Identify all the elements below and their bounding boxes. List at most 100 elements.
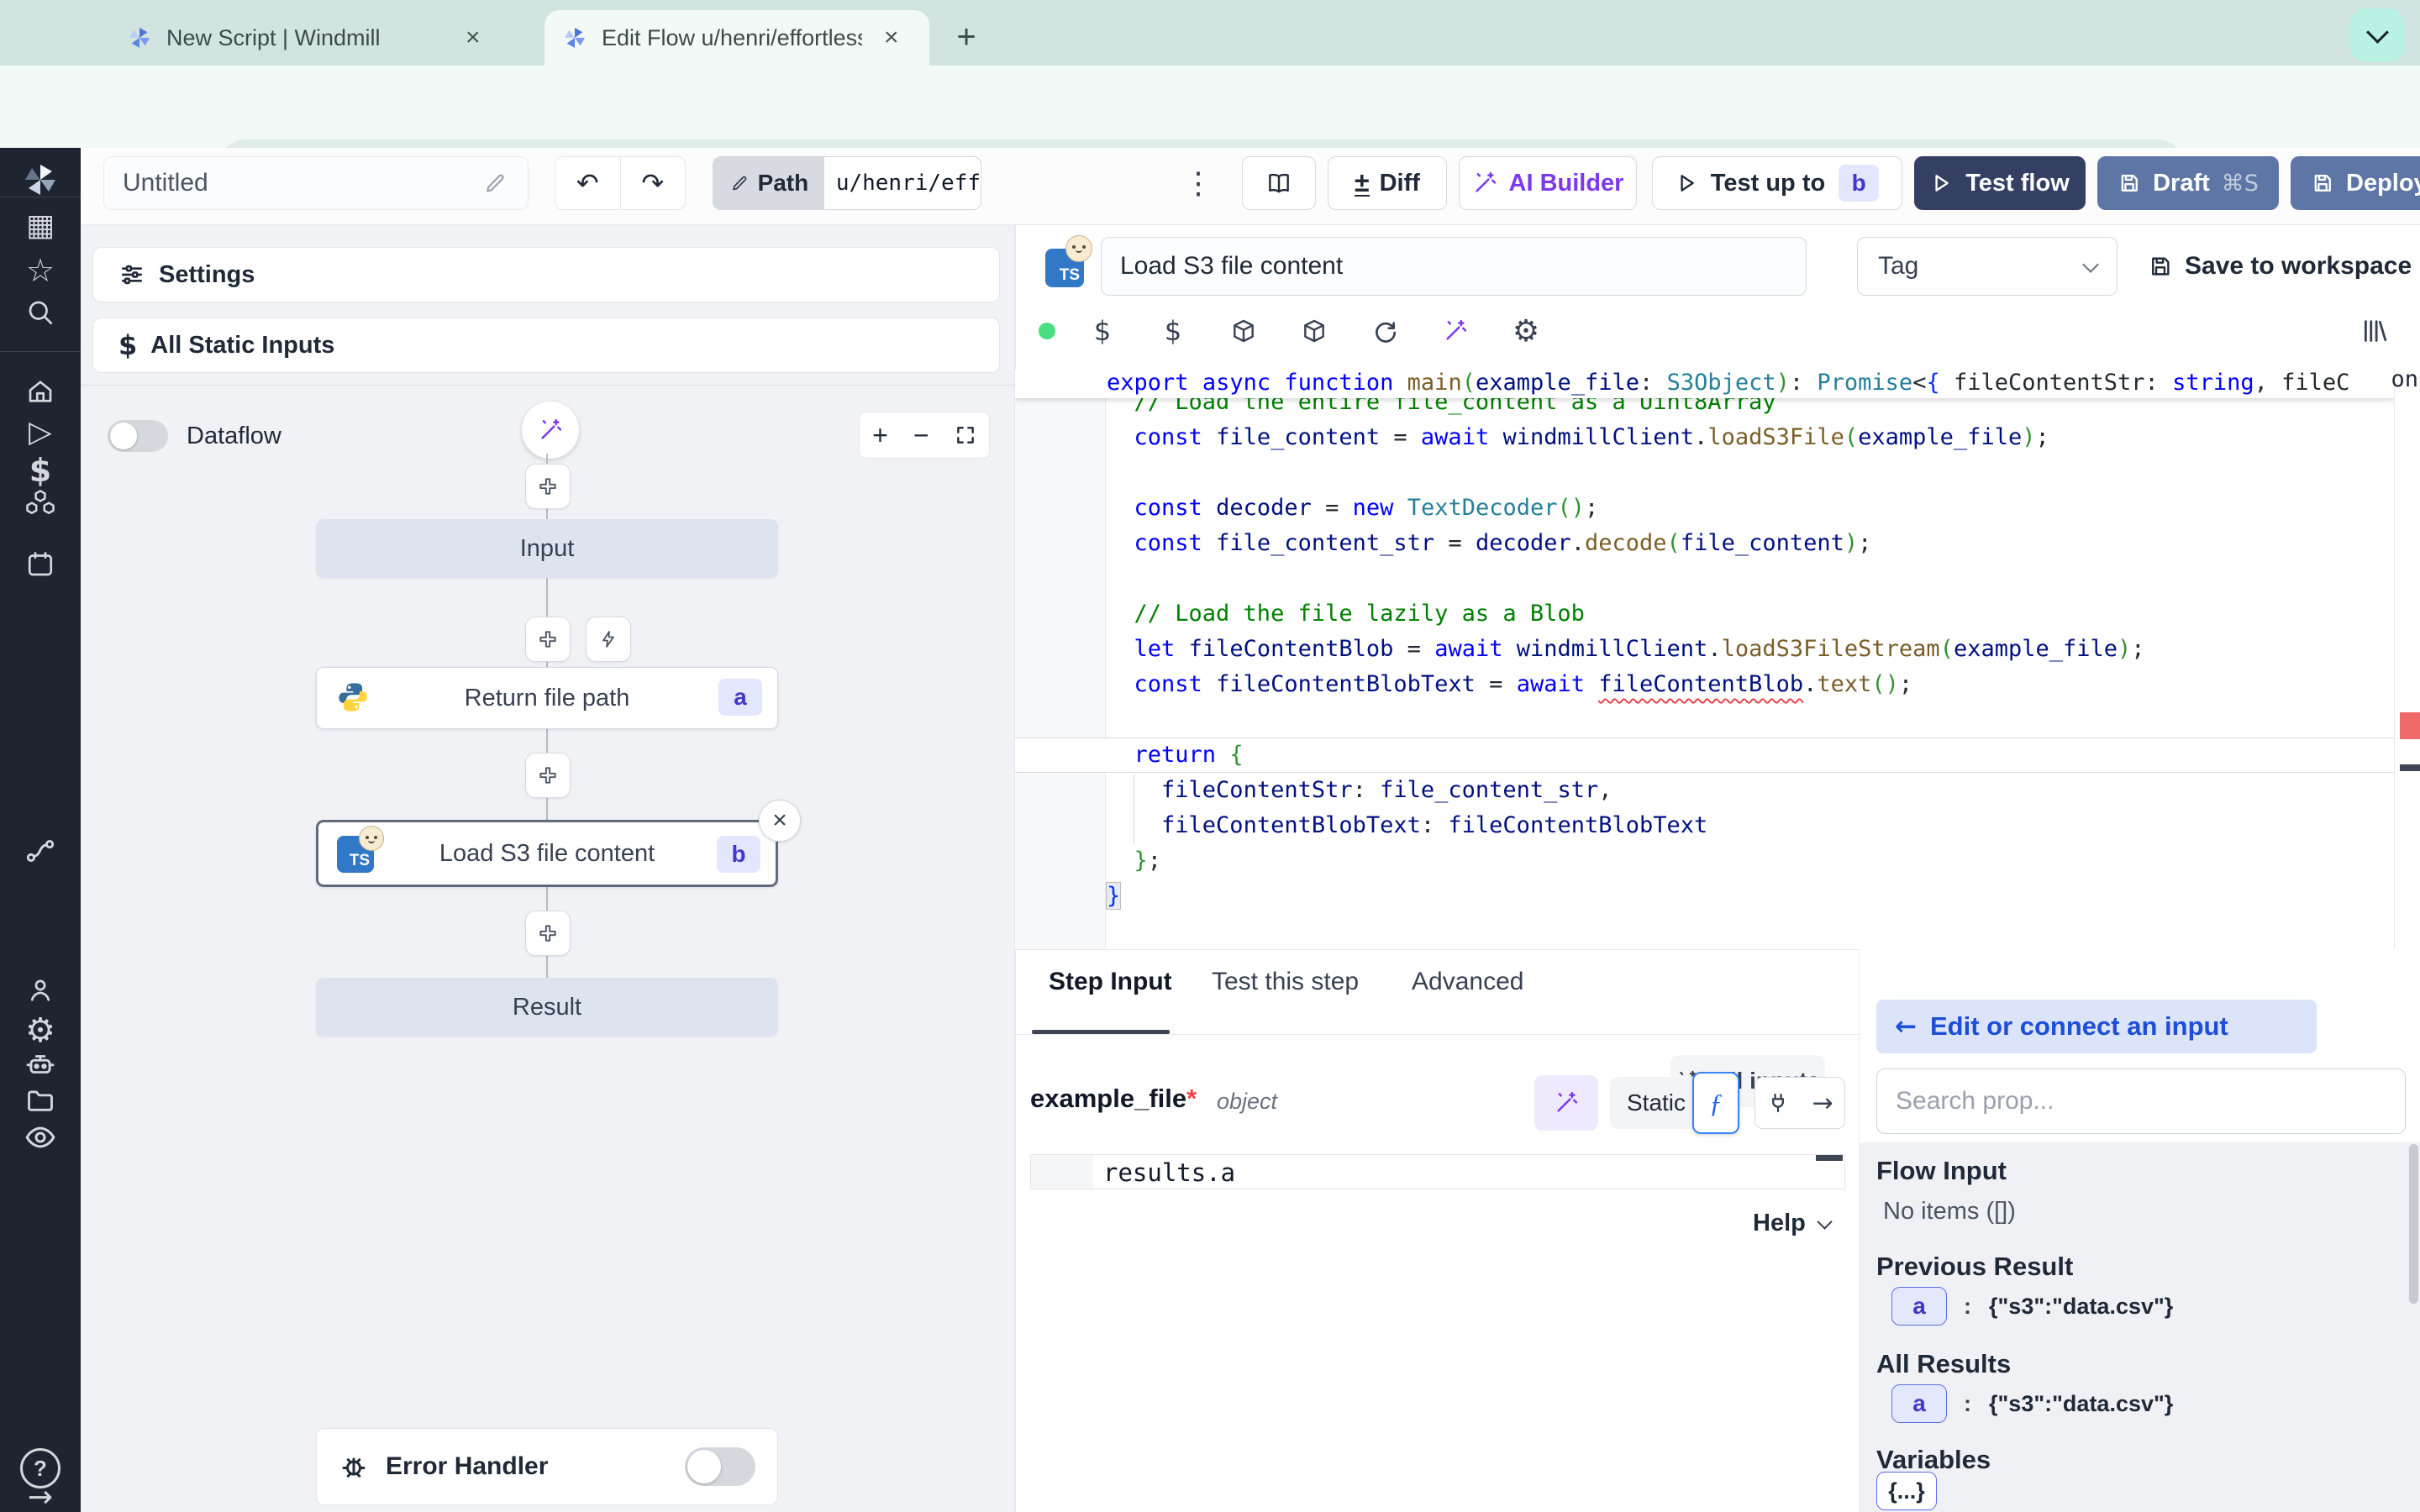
docs-button[interactable] <box>1242 156 1316 210</box>
code-line[interactable] <box>1015 702 2395 738</box>
all-static-inputs-button[interactable]: $ All Static Inputs <box>92 318 1000 373</box>
step-name-field[interactable] <box>1101 237 1807 296</box>
sidebar-item-variables[interactable]: $ <box>0 452 81 489</box>
flow-name-input[interactable] <box>104 168 477 198</box>
expression-editor[interactable]: results.a <box>1030 1154 1845 1189</box>
tag-select[interactable]: Tag <box>1857 237 2118 296</box>
variables-dollar-icon[interactable]: $ <box>1156 314 1190 348</box>
flow-node-result[interactable]: Result <box>316 978 778 1037</box>
tab-search-button[interactable] <box>2349 8 2405 62</box>
diff-button[interactable]: ± Diff <box>1328 156 1447 210</box>
sidebar-item-workers[interactable] <box>0 1048 81 1080</box>
undo-button[interactable]: ↶ <box>555 157 621 209</box>
overview-ruler[interactable] <box>2394 370 2420 949</box>
code-editor[interactable]: // Load the entire file_content as a Uin… <box>1015 370 2420 949</box>
add-step-button[interactable] <box>525 753 571 798</box>
code-line[interactable]: return { <box>1015 738 2395 773</box>
help-toggle[interactable]: Help <box>1753 1210 1830 1237</box>
ai-wand-icon[interactable] <box>1439 314 1472 348</box>
scrollbar-thumb[interactable] <box>2409 1144 2418 1304</box>
connect-input-group[interactable]: → <box>1754 1077 1845 1129</box>
sidebar-item-settings[interactable]: ⚙ <box>0 1011 81 1050</box>
flow-node-step-a[interactable]: Return file path a <box>316 667 778 729</box>
flow-node-input[interactable]: Input <box>316 519 778 578</box>
sidebar-item-home[interactable] <box>0 376 81 407</box>
code-line[interactable]: const fileContentBlobText = await fileCo… <box>1015 667 2395 702</box>
windmill-logo[interactable] <box>0 160 81 200</box>
tab-step-input[interactable]: Step Input <box>1049 968 1172 996</box>
sidebar-item-workspace[interactable]: ▦ <box>0 208 81 243</box>
code-line[interactable]: fileContentBlobText: fileContentBlobText <box>1015 808 2395 843</box>
tab-close-icon[interactable]: × <box>884 24 899 52</box>
tab-close-icon[interactable]: × <box>466 24 481 52</box>
search-prop-input[interactable] <box>1877 1086 2368 1116</box>
remove-step-button[interactable]: × <box>759 800 801 842</box>
browser-tab-edit-flow[interactable]: Edit Flow u/henri/effortless_fl × <box>544 10 929 66</box>
collapse-sidebar-icon[interactable]: → <box>0 1480 81 1512</box>
error-handler-card[interactable]: Error Handler <box>316 1428 778 1505</box>
error-handler-toggle[interactable] <box>685 1447 755 1486</box>
sidebar-item-flows[interactable] <box>0 835 81 867</box>
browser-tab-new-script[interactable]: New Script | Windmill × <box>126 10 521 66</box>
flow-name-field[interactable] <box>103 156 529 210</box>
sidebar-item-search[interactable] <box>0 297 81 328</box>
code-line[interactable]: fileContentStr: file_content_str, <box>1015 773 2395 808</box>
new-tab-button[interactable]: + <box>944 15 988 59</box>
code-lines[interactable]: // Load the entire file_content as a Uin… <box>1015 385 2395 914</box>
sidebar-item-favorites[interactable]: ☆ <box>0 252 81 289</box>
save-to-workspace-button[interactable]: Save to workspace <box>2148 245 2412 287</box>
code-line[interactable] <box>1015 561 2395 596</box>
flow-settings-button[interactable]: Settings <box>92 247 1000 302</box>
sticky-scroll-line[interactable]: export async function main(example_file:… <box>1015 370 2395 398</box>
package-icon[interactable] <box>1227 314 1260 348</box>
sidebar-item-schedules[interactable] <box>0 549 81 580</box>
library-icon[interactable] <box>2358 314 2391 348</box>
variables-badge[interactable]: {...} <box>1876 1472 1937 1510</box>
code-line[interactable]: } <box>1015 879 2395 914</box>
sidebar-item-resources[interactable] <box>0 487 81 519</box>
code-line[interactable]: const decoder = new TextDecoder(); <box>1015 491 2395 526</box>
add-trigger-button[interactable] <box>586 617 631 662</box>
deploy-button[interactable]: Deploy <box>2291 156 2420 210</box>
tab-advanced[interactable]: Advanced <box>1412 968 1523 996</box>
search-prop-field[interactable] <box>1876 1068 2406 1134</box>
code-line[interactable]: const file_content = await windmillClien… <box>1015 420 2395 455</box>
previous-result-badge[interactable]: a <box>1891 1287 1947 1326</box>
add-step-button[interactable] <box>525 464 571 509</box>
javascript-expression-button[interactable]: ƒ <box>1692 1072 1739 1134</box>
path-value[interactable]: u/henri/eff <box>824 157 981 209</box>
zoom-in-button[interactable]: + <box>872 420 888 451</box>
code-line[interactable]: let fileContentBlob = await windmillClie… <box>1015 632 2395 667</box>
more-options-icon[interactable]: ⋮ <box>1180 156 1217 210</box>
field-ai-wand-button[interactable] <box>1534 1075 1598 1131</box>
package-icon[interactable] <box>1297 314 1331 348</box>
test-up-to-button[interactable]: Test up to b <box>1652 156 1902 210</box>
code-line[interactable]: }; <box>1015 843 2395 879</box>
code-line[interactable]: // Load the file lazily as a Blob <box>1015 596 2395 632</box>
expression-value[interactable]: results.a <box>1103 1158 1235 1187</box>
step-name-input[interactable] <box>1102 251 1760 281</box>
add-step-button[interactable] <box>525 617 571 662</box>
previous-result-value[interactable]: {"s3":"data.csv"} <box>1989 1294 2173 1320</box>
editor-settings-gear-icon[interactable]: ⚙ <box>1509 314 1543 348</box>
ai-builder-button[interactable]: AI Builder <box>1459 156 1637 210</box>
reload-icon[interactable] <box>1368 314 1402 348</box>
sidebar-item-audit[interactable] <box>0 1121 81 1154</box>
graph-ai-wand-button[interactable] <box>522 402 579 459</box>
draft-button[interactable]: Draft ⌘S <box>2097 156 2279 210</box>
code-line[interactable]: const file_content_str = decoder.decode(… <box>1015 526 2395 561</box>
code-line[interactable] <box>1015 455 2395 491</box>
test-flow-button[interactable]: Test flow <box>1914 156 2086 210</box>
tab-test-this-step[interactable]: Test this step <box>1212 968 1359 996</box>
assets-dollar-icon[interactable]: $ <box>1086 314 1119 348</box>
redo-button[interactable]: ↷ <box>621 157 686 209</box>
path-editor[interactable]: Path u/henri/eff <box>713 156 981 210</box>
sidebar-item-users[interactable] <box>0 975 81 1005</box>
all-results-value[interactable]: {"s3":"data.csv"} <box>1989 1391 2173 1417</box>
zoom-out-button[interactable]: − <box>913 420 929 451</box>
edit-or-connect-header[interactable]: ← Edit or connect an input <box>1876 1000 2317 1053</box>
fullscreen-icon[interactable] <box>955 424 976 446</box>
add-step-button[interactable] <box>525 911 571 956</box>
dataflow-toggle[interactable] <box>108 420 168 452</box>
flow-node-step-b-selected[interactable]: TS Load S3 file content b <box>316 820 778 887</box>
